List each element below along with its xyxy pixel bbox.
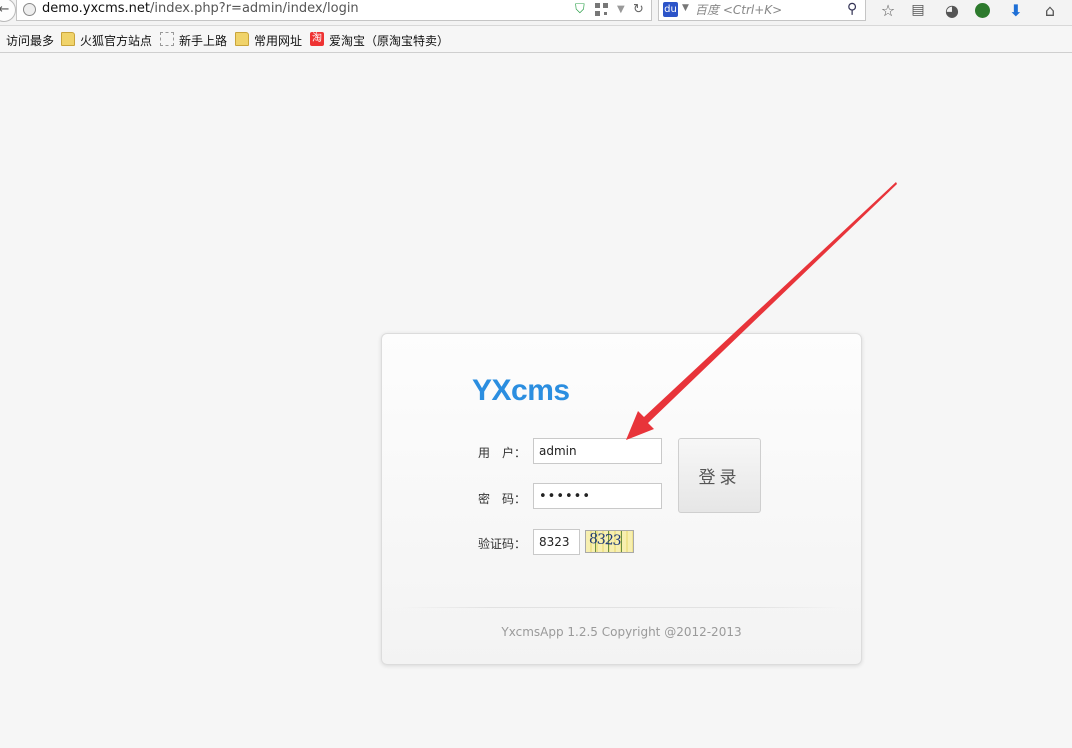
shield-icon[interactable]: ⛉ (575, 1, 585, 18)
captcha-image[interactable]: 8323 (585, 530, 634, 553)
search-icon[interactable]: ⚲ (847, 1, 857, 17)
captcha-label: 验证码： (478, 537, 527, 551)
search-input[interactable] (695, 1, 835, 18)
qr-code-icon[interactable] (595, 3, 608, 16)
search-bar[interactable]: du ▼ ⚲ (658, 0, 866, 21)
arrow-left-icon: ← (0, 2, 10, 17)
captcha-input[interactable] (533, 529, 580, 555)
download-icon[interactable]: ⬇ (1006, 0, 1026, 21)
login-card: YXcms 用 户： 密 码： 验证码： 8323 登录 YxcmsApp 1.… (381, 333, 862, 665)
browser-toolbar: ← demo.yxcms.net/index.php?r=admin/index… (0, 0, 1072, 26)
bookmark-common-sites[interactable]: 常用网址 (254, 32, 302, 49)
url-path: /index.php?r=admin/index/login (149, 1, 359, 16)
copyright-text: YxcmsApp 1.2.5 Copyright @2012-2013 (501, 625, 742, 639)
chevron-down-icon[interactable]: ▼ (682, 3, 689, 13)
baidu-paw-icon[interactable]: du (663, 2, 678, 17)
logo: YXcms (472, 374, 570, 407)
back-button[interactable]: ← (0, 0, 16, 22)
bookmarks-bar: 访问最多 火狐官方站点 新手上路 常用网址 淘 爱淘宝（原淘宝特卖） (0, 27, 1072, 53)
bookmark-firefox-site[interactable]: 火狐官方站点 (80, 32, 152, 49)
password-label: 密 码： (478, 492, 527, 506)
bookmark-star-icon[interactable]: ☆ (878, 0, 898, 21)
captcha-text: 8323 (588, 530, 622, 550)
folder-icon (235, 32, 249, 46)
bookmark-ai-taobao[interactable]: 爱淘宝（原淘宝特卖） (329, 32, 449, 49)
taobao-icon: 淘 (310, 32, 324, 46)
reading-list-icon[interactable]: ▤ (908, 0, 928, 21)
reload-icon[interactable]: ↻ (633, 1, 644, 18)
bookmark-most-visited[interactable]: 访问最多 (6, 32, 54, 49)
address-bar[interactable]: demo.yxcms.net/index.php?r=admin/index/l… (16, 0, 652, 21)
chevron-down-icon[interactable]: ▼ (617, 1, 625, 18)
home-icon[interactable]: ⌂ (1040, 0, 1060, 21)
folder-icon (61, 32, 75, 46)
username-label: 用 户： (478, 446, 527, 460)
login-button[interactable]: 登录 (678, 438, 761, 513)
url-domain: demo.yxcms.net (42, 1, 150, 16)
bookmark-getting-started[interactable]: 新手上路 (179, 32, 227, 49)
blank-page-icon (160, 32, 174, 46)
extension-icon[interactable] (972, 0, 992, 21)
palette-icon[interactable]: ◕ (942, 0, 962, 21)
username-input[interactable] (533, 438, 662, 464)
divider (402, 607, 842, 608)
url-text[interactable]: demo.yxcms.net/index.php?r=admin/index/l… (42, 1, 359, 16)
globe-icon (23, 3, 36, 16)
password-input[interactable] (533, 483, 662, 509)
